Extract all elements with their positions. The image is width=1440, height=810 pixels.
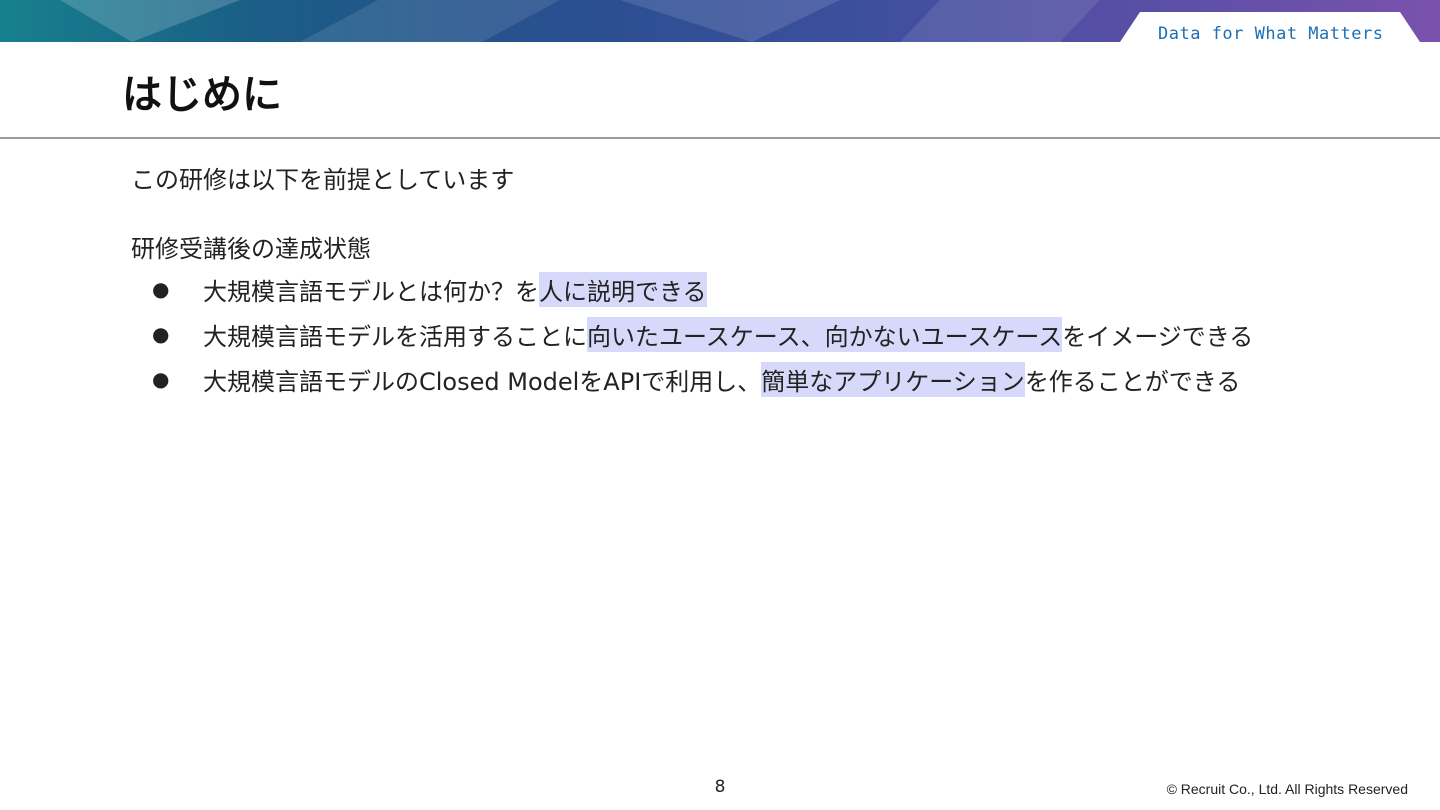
bullet-icon: ● xyxy=(152,367,170,391)
intro-text: この研修は以下を前提としています xyxy=(131,166,515,194)
title-divider xyxy=(0,137,1440,139)
goal-highlight: 向いたユースケース、向かないユースケース xyxy=(587,316,1063,352)
bullet-icon: ● xyxy=(152,322,170,346)
goal-highlight: 人に説明できる xyxy=(539,271,707,307)
banner-facet xyxy=(900,0,1100,42)
goal-highlight: 簡単なアプリケーション xyxy=(761,361,1025,397)
banner-facet xyxy=(300,0,560,42)
page-number: 8 xyxy=(714,777,726,797)
goal-item: ● 大規模言語モデルのClosed ModelをAPIで利用し、 簡単なアプリケー… xyxy=(152,361,1241,397)
goal-item: ● 大規模言語モデルとは何か？を 人に説明できる xyxy=(152,271,707,307)
bullet-icon: ● xyxy=(152,277,170,301)
goal-item: ● 大規模言語モデルを活用することに 向いたユースケース、向かないユースケース をイ… xyxy=(152,316,1254,352)
goal-text-after: を作ることができる xyxy=(1024,367,1241,396)
goal-text-after: をイメージできる xyxy=(1062,322,1254,351)
slide-title: はじめに xyxy=(122,72,282,118)
brand-tagline: Data for What Matters xyxy=(1158,24,1384,44)
goals-heading: 研修受講後の達成状態 xyxy=(131,235,371,263)
goal-text: 大規模言語モデルとは何か？を xyxy=(203,277,539,306)
banner-facet xyxy=(60,0,240,42)
copyright-notice: © Recruit Co., Ltd. All Rights Reserved xyxy=(1166,781,1408,797)
banner-facet xyxy=(620,0,840,42)
goal-text: 大規模言語モデルのClosed ModelをAPIで利用し、 xyxy=(203,367,762,396)
goal-text: 大規模言語モデルを活用することに xyxy=(203,322,587,351)
